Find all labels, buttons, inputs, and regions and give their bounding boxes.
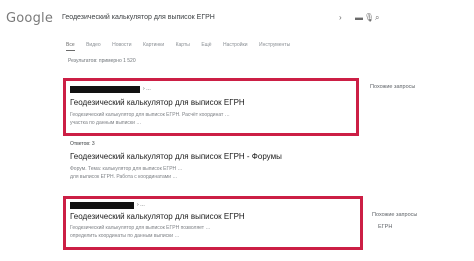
tab-news[interactable]: Новости — [112, 42, 131, 48]
result-cite[interactable]: Ответов: 3 — [70, 141, 95, 148]
result-snippet: определить координаты по данным выписки … — [70, 233, 180, 239]
google-logo[interactable]: Google — [6, 11, 53, 26]
keyboard-icon[interactable]: ▬ — [355, 10, 363, 26]
tab-maps[interactable]: Карты — [176, 42, 190, 48]
tab-video[interactable]: Видео — [86, 42, 101, 48]
search-query[interactable]: Геодезический калькулятор для выписок ЕГ… — [62, 14, 215, 21]
result-snippet: Геодезический калькулятор для выписок ЕГ… — [70, 112, 230, 118]
result-snippet: Форум. Тема: калькулятор для выписок ЕГР… — [70, 166, 183, 172]
tab-all[interactable]: Все — [66, 42, 75, 51]
search-result-3: › … Геодезический калькулятор для выписо… — [70, 202, 370, 246]
search-tabs: Все Видео Новости Картинки Карты Ещё Нас… — [66, 42, 297, 54]
result-title[interactable]: Геодезический калькулятор для выписок ЕГ… — [70, 212, 245, 221]
redacted-url — [70, 202, 134, 209]
side-link[interactable]: Похожие запросы — [372, 212, 417, 218]
result-snippet: для выписок ЕГРН. Работа с координатами … — [70, 174, 178, 180]
redacted-url — [70, 86, 140, 93]
result-title[interactable]: Геодезический калькулятор для выписок ЕГ… — [70, 152, 282, 161]
result-cite[interactable]: › … — [70, 86, 151, 93]
results-stats: Результатов: примерно 1 520 — [68, 58, 136, 64]
result-title[interactable]: Геодезический калькулятор для выписок ЕГ… — [70, 98, 245, 107]
result-snippet: Геодезический калькулятор для выписок ЕГ… — [70, 225, 211, 231]
side-link[interactable]: ЕГРН — [378, 224, 392, 230]
mic-icon[interactable]: 🎙 — [364, 10, 374, 26]
search-icon[interactable]: ⌕ — [375, 10, 379, 26]
search-result-1: › … Геодезический калькулятор для выписо… — [70, 86, 370, 132]
side-link[interactable]: Похожие запросы — [370, 84, 415, 90]
search-result-2: Ответов: 3 Геодезический калькулятор для… — [70, 141, 370, 189]
tab-more[interactable]: Ещё — [201, 42, 211, 48]
chevron-right-icon[interactable]: › — [339, 10, 342, 26]
tab-tools[interactable]: Инструменты — [259, 42, 290, 48]
result-cite[interactable]: › … — [70, 202, 145, 209]
tab-images[interactable]: Картинки — [143, 42, 164, 48]
result-snippet: участка по данным выписки … — [70, 120, 142, 126]
tab-settings[interactable]: Настройки — [223, 42, 248, 48]
